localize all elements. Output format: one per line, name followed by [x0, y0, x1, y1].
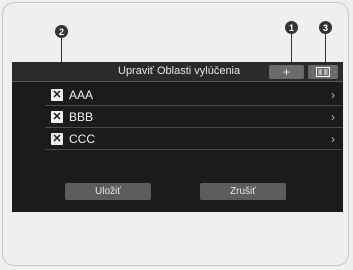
check-icon: ✕: [52, 88, 62, 101]
list-item-bbb[interactable]: ✕ BBB ›: [45, 106, 343, 128]
callout-3-number: 3: [322, 22, 328, 33]
list-item-label: CCC: [69, 132, 95, 146]
save-button-label: Uložiť: [95, 186, 121, 197]
check-icon: ✕: [52, 132, 62, 145]
list-item-aaa[interactable]: ✕ AAA ›: [45, 84, 343, 106]
list-menu-icon: [316, 67, 330, 77]
menu-button[interactable]: [308, 65, 338, 79]
save-button[interactable]: Uložiť: [65, 183, 151, 200]
chevron-right-icon: ›: [331, 132, 335, 146]
list-item-label: AAA: [69, 88, 94, 102]
list-item-ccc[interactable]: ✕ CCC ›: [45, 128, 343, 150]
checkbox[interactable]: ✕: [51, 89, 63, 101]
callout-3: 3: [319, 21, 332, 34]
chevron-right-icon: ›: [331, 88, 335, 102]
checkbox[interactable]: ✕: [51, 111, 63, 123]
callout-2: 2: [55, 25, 68, 38]
callout-1-number: 1: [288, 22, 294, 33]
exclusion-area-list: ✕ AAA › ✕ BBB › ✕ CCC ›: [45, 84, 343, 150]
list-item-label: BBB: [69, 110, 94, 124]
navigation-screen: Upraviť Oblasti vylúčenia + ✕ AAA › ✕ BB…: [12, 62, 343, 212]
cancel-button-label: Zrušiť: [230, 186, 256, 197]
cancel-button[interactable]: Zrušiť: [200, 183, 286, 200]
screen-header: Upraviť Oblasti vylúčenia +: [12, 62, 343, 82]
chevron-right-icon: ›: [331, 110, 335, 124]
check-icon: ✕: [52, 110, 62, 123]
plus-icon: +: [282, 65, 290, 79]
checkbox[interactable]: ✕: [51, 133, 63, 145]
callout-1: 1: [285, 21, 298, 34]
callout-2-number: 2: [58, 26, 64, 37]
add-area-button[interactable]: +: [269, 65, 304, 79]
page-title: Upraviť Oblasti vylúčenia: [118, 65, 241, 77]
